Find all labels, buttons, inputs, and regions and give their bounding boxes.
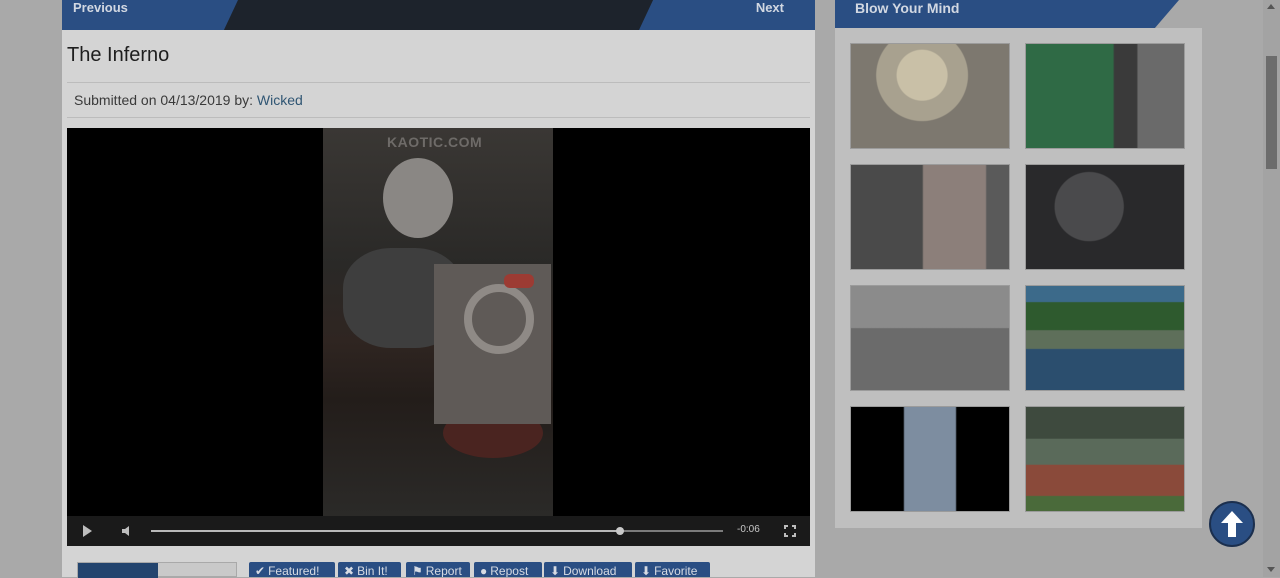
- thumbnail[interactable]: [850, 285, 1010, 391]
- scroll-down-arrow-icon[interactable]: [1267, 567, 1275, 572]
- seek-handle[interactable]: [616, 527, 625, 535]
- back-to-top-button[interactable]: [1209, 501, 1255, 547]
- thumbnail[interactable]: [1025, 164, 1185, 270]
- play-icon[interactable]: [83, 525, 92, 537]
- time-remaining: -0:06: [737, 524, 760, 535]
- post-nav-bar: Previous Next: [62, 0, 815, 30]
- divider: [67, 82, 810, 83]
- thumbnail[interactable]: [1025, 285, 1185, 391]
- action-download-button[interactable]: ⬇ Download: [544, 562, 632, 577]
- action-featured-button[interactable]: ✔ Featured!: [249, 562, 335, 577]
- action-repost-button[interactable]: ● Repost: [474, 562, 542, 577]
- scrollbar-thumb[interactable]: [1266, 56, 1277, 169]
- volume-icon[interactable]: [121, 525, 133, 537]
- video-inset: [434, 264, 551, 424]
- trash-icon: ✖: [344, 564, 355, 577]
- sidebar: Blow Your Mind: [835, 0, 1202, 577]
- seek-bar[interactable]: [151, 527, 723, 535]
- download-icon: ⬇: [550, 564, 561, 577]
- frame-shape: [464, 284, 534, 354]
- previous-button[interactable]: Previous: [62, 0, 238, 30]
- thumbnail[interactable]: [1025, 43, 1185, 149]
- action-label: Bin It!: [357, 564, 388, 577]
- action-label: Favorite: [654, 564, 698, 577]
- action-label: Repost: [490, 564, 529, 577]
- thumbnail-grid: [835, 28, 1202, 528]
- check-icon: ✔: [255, 564, 266, 577]
- action-label: Report: [425, 564, 462, 577]
- next-button[interactable]: Next: [639, 0, 815, 30]
- page-title: The Inferno: [67, 44, 170, 66]
- action-favorite-button[interactable]: ⬇ Favorite: [635, 562, 710, 577]
- divider: [67, 117, 810, 118]
- flag-icon: ⚑: [412, 564, 423, 577]
- scroll-up-arrow-icon[interactable]: [1267, 4, 1275, 9]
- vote-up-button[interactable]: [78, 563, 158, 578]
- thumbnail[interactable]: [850, 406, 1010, 512]
- frame-shape: [383, 158, 453, 238]
- arrow-up-icon: [1221, 511, 1243, 537]
- favorite-icon: ⬇: [641, 564, 652, 577]
- submission-info: Submitted on 04/13/2019 by: Wicked: [74, 92, 303, 108]
- action-bin-it-button[interactable]: ✖ Bin It!: [338, 562, 401, 577]
- repost-icon: ●: [480, 564, 488, 577]
- submitted-label: Submitted on 04/13/2019 by:: [74, 92, 257, 108]
- thumbnail[interactable]: [1025, 406, 1185, 512]
- action-report-button[interactable]: ⚑ Report: [406, 562, 470, 577]
- scrollbar[interactable]: [1263, 0, 1280, 577]
- frame-shape: [504, 274, 534, 288]
- video-watermark: KAOTIC.COM: [387, 134, 483, 150]
- author-link[interactable]: Wicked: [257, 92, 303, 108]
- video-controls: -0:06: [67, 516, 810, 546]
- video-player[interactable]: KAOTIC.COM -0:06: [67, 128, 810, 546]
- action-label: Download: [563, 564, 617, 577]
- main-content: Previous Next The Inferno Submitted on 0…: [62, 0, 815, 578]
- thumbnail[interactable]: [850, 164, 1010, 270]
- sidebar-title: Blow Your Mind: [835, 0, 1179, 28]
- video-frame: KAOTIC.COM: [323, 128, 553, 516]
- seek-progress: [151, 530, 621, 532]
- vote-widget: [77, 562, 237, 578]
- fullscreen-icon[interactable]: [784, 525, 796, 537]
- action-label: Featured!: [268, 564, 320, 577]
- thumbnail[interactable]: [850, 43, 1010, 149]
